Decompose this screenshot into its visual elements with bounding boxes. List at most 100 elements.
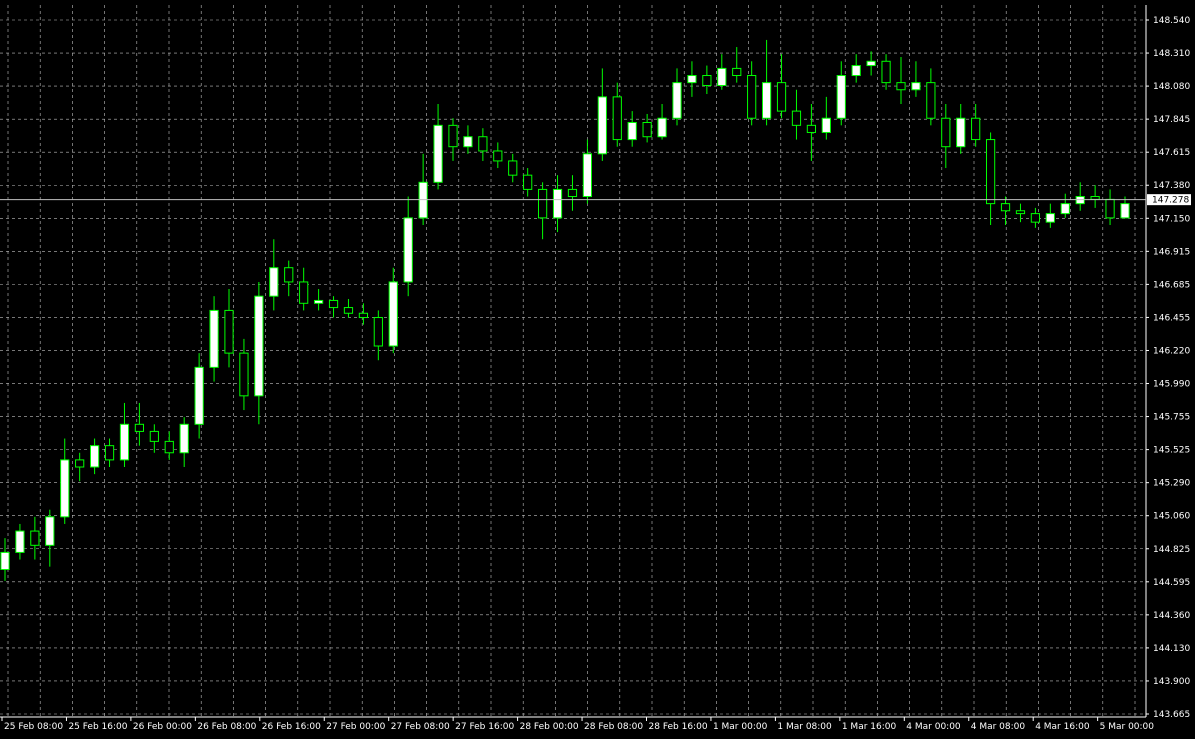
candle-body-bearish bbox=[612, 96, 622, 141]
candle-body-bullish bbox=[1060, 203, 1070, 215]
price-tick-label: 148.540 bbox=[1153, 16, 1190, 26]
chart-background bbox=[0, 0, 1195, 739]
candle-body-bullish bbox=[0, 551, 10, 571]
price-tick-label: 144.360 bbox=[1153, 611, 1190, 621]
price-tick-label: 147.845 bbox=[1153, 115, 1190, 125]
candle-body-bearish bbox=[224, 309, 234, 354]
time-tick-label: 1 Mar 16:00 bbox=[842, 722, 897, 732]
candle-body-bullish bbox=[179, 423, 189, 454]
price-tick-label: 145.755 bbox=[1153, 413, 1190, 423]
candle-body-bullish bbox=[851, 65, 861, 77]
time-tick-label: 26 Feb 08:00 bbox=[197, 722, 256, 732]
time-tick-label: 26 Feb 00:00 bbox=[133, 722, 192, 732]
candle-body-bullish bbox=[194, 366, 204, 425]
candle-body-bullish bbox=[717, 67, 727, 86]
candle-body-bearish bbox=[134, 423, 145, 432]
candle-body-bullish bbox=[1045, 213, 1055, 223]
candle-body-bearish bbox=[523, 174, 533, 190]
candle-body-bullish bbox=[60, 459, 70, 518]
candle-body-bearish bbox=[702, 75, 712, 86]
candle-body-bullish bbox=[45, 516, 55, 546]
price-tick-label: 148.310 bbox=[1153, 49, 1190, 59]
time-tick-label: 28 Feb 08:00 bbox=[584, 722, 643, 732]
candle-body-bearish bbox=[747, 75, 757, 119]
candle-body-bearish bbox=[328, 299, 339, 309]
candle-body-bearish bbox=[776, 82, 787, 112]
candle-body-bearish bbox=[448, 124, 458, 148]
candlestick-chart[interactable]: 148.540 148.310 148.080 147.845 147.615 147.3… bbox=[0, 0, 1195, 739]
time-tick-label: 1 Mar 08:00 bbox=[777, 722, 832, 732]
time-tick-label: 4 Mar 16:00 bbox=[1035, 722, 1090, 732]
price-tick-label: 147.615 bbox=[1153, 148, 1190, 158]
candle-body-bearish bbox=[791, 110, 802, 126]
candle-body-bearish bbox=[985, 139, 996, 205]
candle-body-bearish bbox=[732, 67, 742, 77]
candle-body-bearish bbox=[941, 117, 951, 148]
candle-body-bearish bbox=[926, 82, 936, 119]
candle-body-bearish bbox=[104, 445, 115, 461]
candle-body-bearish bbox=[493, 150, 503, 162]
time-tick-label: 27 Feb 08:00 bbox=[391, 722, 450, 732]
time-tick-label: 27 Feb 00:00 bbox=[326, 722, 385, 732]
candle-body-bullish bbox=[269, 267, 279, 297]
candle-body-bullish bbox=[836, 75, 846, 119]
price-tick-label: 147.150 bbox=[1153, 214, 1190, 224]
candle-body-bullish bbox=[1120, 203, 1130, 219]
candle-body-bullish bbox=[657, 117, 667, 138]
time-tick-label: 28 Feb 16:00 bbox=[649, 722, 708, 732]
candle-body-bullish bbox=[119, 423, 130, 461]
candle-body-bearish bbox=[508, 160, 518, 176]
candle-body-bearish bbox=[971, 117, 981, 141]
candle-body-bearish bbox=[1030, 213, 1041, 223]
candle-body-bearish bbox=[1000, 203, 1011, 212]
candle-body-bearish bbox=[896, 82, 906, 91]
price-tick-label: 146.455 bbox=[1153, 313, 1190, 323]
price-tick-label: 146.220 bbox=[1153, 346, 1190, 356]
candle-body-bearish bbox=[164, 440, 174, 454]
candle-body-bearish bbox=[149, 430, 159, 442]
price-tick-label: 146.915 bbox=[1153, 247, 1190, 257]
candle-body-bearish bbox=[806, 124, 817, 133]
time-tick-label: 26 Feb 16:00 bbox=[262, 722, 321, 732]
price-tick-label: 148.080 bbox=[1153, 82, 1190, 92]
candle-body-bullish bbox=[254, 295, 264, 397]
candle-body-bearish bbox=[567, 188, 578, 198]
candle-body-bearish bbox=[239, 352, 249, 397]
current-price-label: 147.278 bbox=[1152, 196, 1189, 206]
price-tick-label: 145.290 bbox=[1153, 479, 1190, 489]
candle-body-bearish bbox=[30, 530, 40, 546]
candle-body-bullish bbox=[627, 121, 637, 141]
candle-body-bullish bbox=[911, 82, 921, 91]
candle-body-bearish bbox=[881, 60, 891, 84]
candle-body-bullish bbox=[687, 75, 697, 84]
candle-body-bullish bbox=[866, 60, 876, 67]
candle-body-bullish bbox=[209, 309, 219, 368]
candle-body-bullish bbox=[388, 281, 398, 347]
time-tick-label: 5 Mar 00:00 bbox=[1100, 722, 1155, 732]
candle-body-bearish bbox=[478, 136, 488, 152]
price-tick-label: 144.825 bbox=[1153, 545, 1190, 555]
candle-body-bearish bbox=[343, 307, 354, 314]
time-tick-label: 25 Feb 08:00 bbox=[4, 722, 63, 732]
candle-body-bearish bbox=[537, 188, 548, 219]
price-tick-label: 143.665 bbox=[1153, 710, 1190, 720]
candle-body-bullish bbox=[89, 445, 100, 468]
price-tick-label: 146.685 bbox=[1153, 280, 1190, 290]
time-tick-label: 28 Feb 00:00 bbox=[520, 722, 579, 732]
candle-body-bearish bbox=[284, 267, 294, 283]
price-tick-label: 145.060 bbox=[1153, 512, 1190, 522]
candle-body-bullish bbox=[761, 82, 772, 119]
time-tick-label: 25 Feb 16:00 bbox=[68, 722, 127, 732]
candle-body-bearish bbox=[299, 281, 309, 304]
price-tick-label: 143.900 bbox=[1153, 677, 1190, 687]
candle-body-bearish bbox=[1015, 210, 1026, 215]
candle-body-bullish bbox=[672, 82, 682, 119]
price-tick-label: 144.595 bbox=[1153, 578, 1190, 588]
candle-body-bearish bbox=[75, 459, 85, 468]
candle-body-bullish bbox=[597, 96, 607, 155]
time-tick-label: 27 Feb 16:00 bbox=[455, 722, 514, 732]
candle-body-bullish bbox=[463, 136, 473, 148]
candle-body-bearish bbox=[373, 317, 383, 347]
time-tick-label: 1 Mar 00:00 bbox=[713, 722, 768, 732]
candle-body-bullish bbox=[403, 217, 413, 283]
